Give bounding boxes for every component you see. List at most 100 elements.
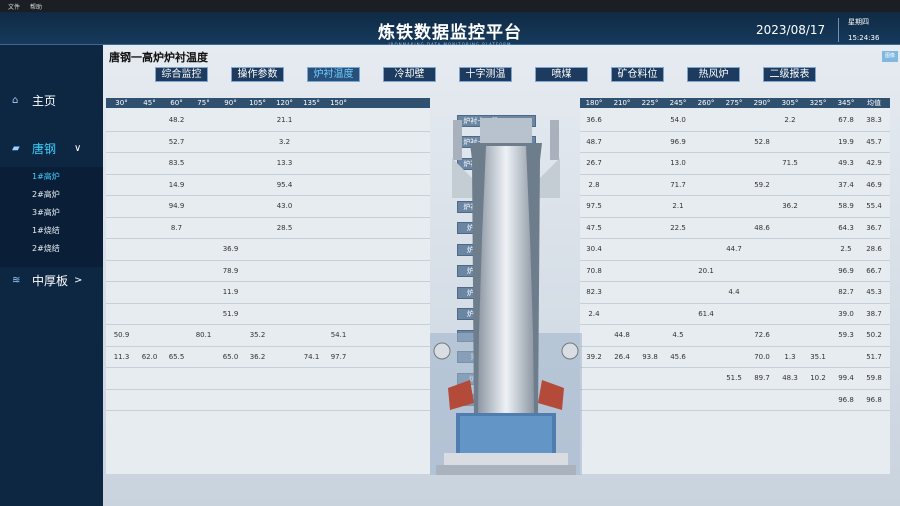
- table-cell: 74.1: [303, 352, 320, 361]
- tab-7[interactable]: 热风炉: [687, 67, 740, 82]
- nav-item-2-blast-furnace[interactable]: 2#高炉: [0, 185, 103, 203]
- table-row: 94.9 43.0: [106, 196, 430, 218]
- table-row: 78.9: [106, 261, 430, 282]
- corner-image-button[interactable]: 图像: [882, 51, 898, 62]
- table-cell: [325, 261, 352, 282]
- table-cell: [298, 304, 325, 325]
- table-cell: [720, 175, 748, 196]
- table-cell: [692, 347, 720, 368]
- table-cell: [720, 261, 748, 282]
- table-cell: 51.5: [726, 374, 742, 382]
- table-cell: [692, 153, 720, 174]
- table-cell: [190, 175, 217, 196]
- tab-3[interactable]: 冷却壁: [383, 67, 436, 82]
- table-cell: 65.0: [222, 352, 239, 361]
- table-row: [106, 390, 430, 411]
- table-row: 97.5 2.1 36.2 58.9 55.4: [580, 196, 890, 218]
- tab-0[interactable]: 综合监控: [155, 67, 208, 82]
- table-row: 36.9: [106, 239, 430, 261]
- menu-item-file[interactable]: 文件: [8, 2, 20, 11]
- nav-item-1-blast-furnace[interactable]: 1#高炉: [0, 167, 103, 185]
- table-cell: [804, 153, 832, 174]
- table-cell: [271, 325, 298, 346]
- nav-item-3-blast-furnace[interactable]: 3#高炉: [0, 203, 103, 221]
- table-row: 96.8 96.8: [580, 390, 890, 411]
- table-row: 11.3 62.0 65.5 65.0 36.2 74.1 97.7: [106, 347, 430, 368]
- table-cell: [580, 325, 608, 346]
- table-cell: 48.2: [168, 116, 185, 124]
- table-row: 8.7 28.5: [106, 218, 430, 239]
- table-cell: 78.9: [222, 266, 239, 275]
- table-cell: 50.2: [866, 331, 882, 339]
- nav-item-1-sinter[interactable]: 1#烧结: [0, 221, 103, 239]
- nav-item-2-sinter[interactable]: 2#烧结: [0, 239, 103, 257]
- table-cell: [271, 239, 298, 260]
- table-cell: [636, 132, 664, 153]
- table-cell: 96.8: [838, 395, 854, 404]
- table-cell: [692, 239, 720, 260]
- right-header-4: 260°: [697, 99, 715, 107]
- table-cell: [748, 282, 776, 303]
- table-row: 2.4 61.4 39.0 38.7: [580, 304, 890, 325]
- table-cell: [776, 239, 804, 260]
- table-cell: [692, 282, 720, 303]
- menu-item-help[interactable]: 帮助: [30, 2, 42, 11]
- table-cell: 58.9: [838, 202, 854, 210]
- left-header-2: 60°: [170, 99, 183, 107]
- tab-8[interactable]: 二级报表: [763, 67, 816, 82]
- table-cell: 48.6: [754, 223, 770, 232]
- table-cell: 35.1: [810, 352, 826, 361]
- table-cell: [776, 261, 804, 282]
- table-cell: [108, 261, 135, 282]
- table-cell: 47.5: [586, 223, 602, 232]
- table-row: 36.6 54.0 2.2 67.8 38.3: [580, 110, 890, 132]
- tab-2[interactable]: 炉衬温度: [307, 67, 360, 82]
- table-cell: 54.1: [330, 331, 347, 339]
- nav-home[interactable]: ⌂ 主页: [0, 85, 103, 115]
- table-cell: [720, 218, 748, 239]
- table-cell: 59.8: [866, 374, 882, 382]
- page-title: 唐钢一高炉炉衬温度: [109, 51, 208, 64]
- nav-group-plate[interactable]: ≋ 中厚板 >: [0, 265, 103, 295]
- table-cell: 2.5: [840, 245, 852, 253]
- tab-5[interactable]: 喷煤: [535, 67, 588, 82]
- table-row: 47.5 22.5 48.6 64.3 36.7: [580, 218, 890, 239]
- nav-group-tanggang[interactable]: ▰ 唐钢 ∨: [0, 133, 103, 163]
- table-cell: [636, 390, 664, 411]
- table-cell: 64.3: [838, 223, 854, 232]
- chevron-down-icon: ∨: [74, 142, 82, 154]
- left-header-5: 105°: [249, 99, 266, 107]
- table-cell: [298, 218, 325, 239]
- table-cell: 20.1: [698, 266, 714, 275]
- table-cell: [325, 132, 352, 153]
- table-cell: [325, 304, 352, 325]
- header-bar: 炼铁数据监控平台 IRONMAKING DATA MONITORING PLAT…: [0, 12, 900, 47]
- table-cell: [325, 110, 352, 131]
- table-cell: [776, 390, 804, 411]
- table-cell: [136, 304, 163, 325]
- table-cell: 95.4: [276, 180, 293, 189]
- tab-1[interactable]: 操作参数: [231, 67, 284, 82]
- tab-4[interactable]: 十字测温: [459, 67, 512, 82]
- table-cell: [244, 132, 271, 153]
- table-row: 48.2 21.1: [106, 110, 430, 132]
- table-cell: [136, 132, 163, 153]
- table-cell: [776, 325, 804, 346]
- tab-6[interactable]: 矿仓料位: [611, 67, 664, 82]
- table-cell: 71.5: [782, 159, 798, 167]
- table-cell: [608, 175, 636, 196]
- table-cell: 71.7: [670, 180, 686, 189]
- table-cell: [776, 132, 804, 153]
- date-display: 2023/08/17: [756, 23, 826, 37]
- table-cell: 22.5: [670, 223, 686, 232]
- time-display: 15:24:36: [848, 34, 880, 42]
- table-cell: [244, 239, 271, 260]
- table-cell: 51.9: [222, 309, 239, 318]
- table-cell: [748, 261, 776, 282]
- table-cell: [163, 390, 190, 411]
- table-cell: [608, 368, 636, 389]
- table-cell: [271, 282, 298, 303]
- table-cell: 70.0: [754, 352, 770, 361]
- table-cell: 10.2: [810, 374, 826, 382]
- table-cell: [804, 304, 832, 325]
